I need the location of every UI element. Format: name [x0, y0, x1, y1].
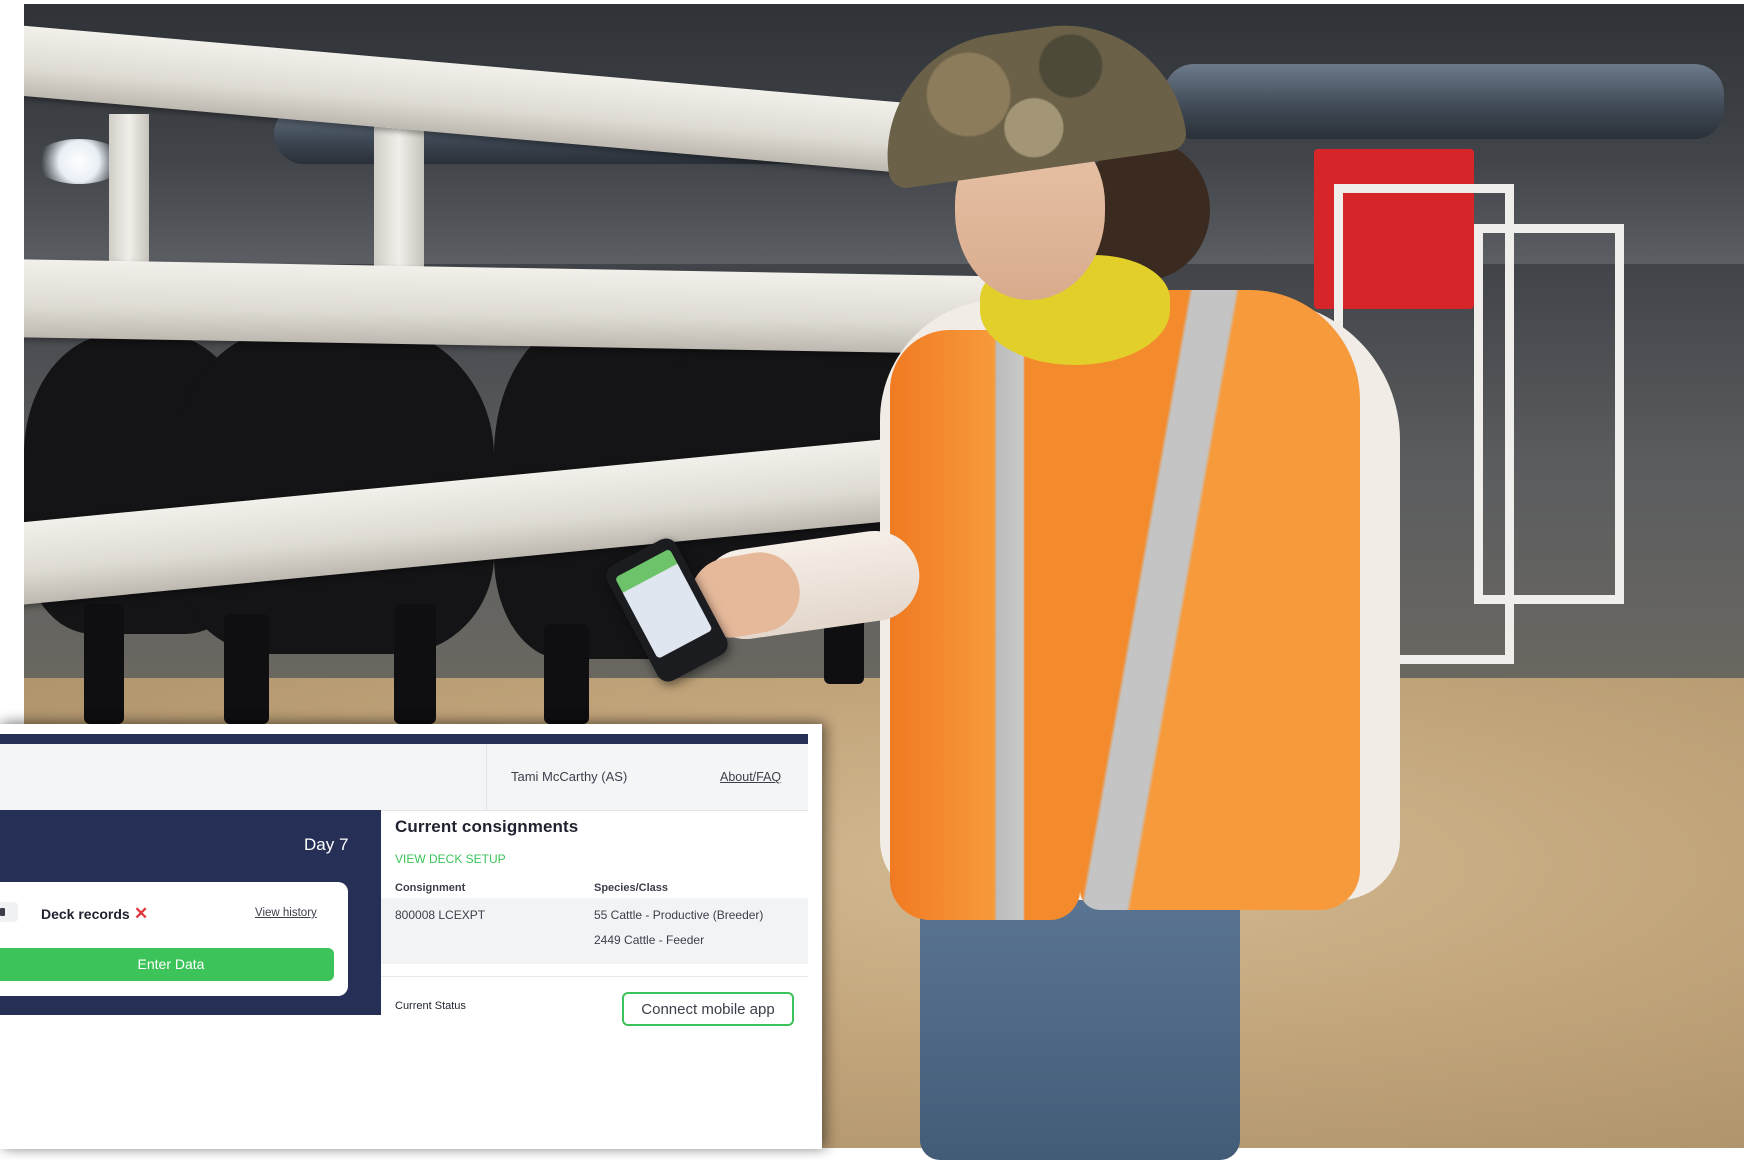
day-label: Day 7 [304, 835, 349, 854]
cattle-leg [224, 614, 269, 724]
hi-vis-vest [1080, 290, 1360, 910]
consignment-id: 800008 LCEXPT [395, 908, 486, 922]
view-history-link[interactable]: View history [255, 907, 317, 919]
app-screenshot-panel: Tami McCarthy (AS) About/FAQ Day 7 Deck … [0, 724, 822, 1149]
column-header-species-class: Species/Class [594, 882, 668, 894]
enter-data-button[interactable]: Enter Data [0, 948, 334, 981]
species-class-line: 55 Cattle - Productive (Breeder) [594, 908, 764, 922]
steel-gate [1474, 224, 1624, 604]
calendar-icon [0, 902, 18, 922]
app-header [0, 744, 808, 811]
header-divider [486, 744, 487, 810]
top-accent-bar [0, 734, 808, 744]
ceiling-pipe [1164, 64, 1724, 139]
user-name: Tami McCarthy (AS) [511, 769, 628, 784]
column-header-consignment: Consignment [395, 882, 466, 894]
fence-post [109, 114, 149, 274]
view-deck-setup-link[interactable]: VIEW DECK SETUP [395, 852, 506, 866]
close-icon: ✕ [134, 904, 149, 923]
hi-vis-vest [890, 330, 1080, 920]
connect-mobile-app-button[interactable]: Connect mobile app [622, 992, 794, 1026]
current-status-label: Current Status [395, 1000, 466, 1012]
cattle-leg [394, 604, 436, 724]
cattle-leg [84, 604, 124, 724]
species-class-line: 2449 Cattle - Feeder [594, 933, 705, 947]
section-divider [381, 976, 808, 977]
cattle-leg [544, 624, 589, 724]
about-faq-link[interactable]: About/FAQ [720, 770, 781, 784]
consignments-title: Current consignments [395, 817, 579, 836]
deck-records-label: Deck records [41, 906, 130, 922]
